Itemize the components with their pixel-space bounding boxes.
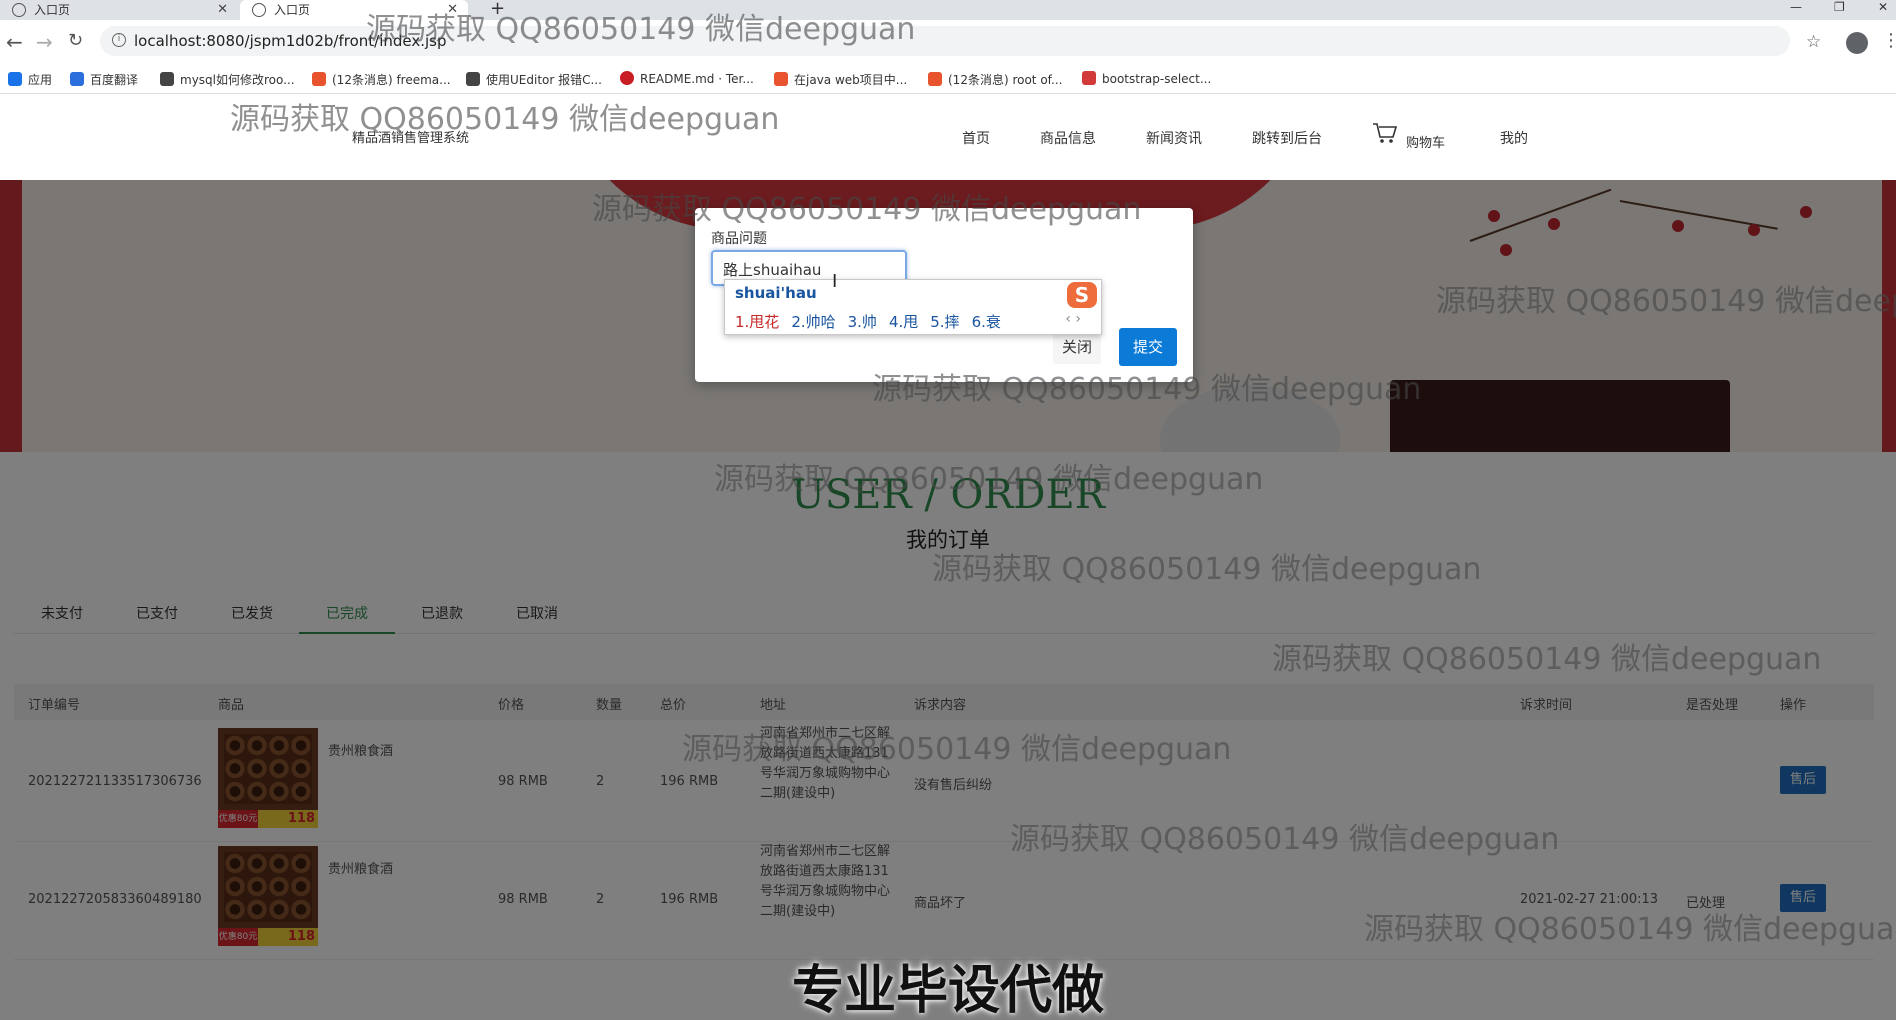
minimize-icon[interactable]: — bbox=[1790, 0, 1802, 14]
ime-candidate[interactable]: 3.帅 bbox=[848, 313, 877, 331]
cart-icon[interactable] bbox=[1372, 121, 1398, 145]
new-tab-icon[interactable]: + bbox=[490, 0, 505, 19]
bookmark-favicon-icon bbox=[1082, 71, 1096, 85]
nav-admin[interactable]: 跳转到后台 bbox=[1252, 128, 1322, 148]
bookmark-item[interactable]: 应用 bbox=[8, 71, 52, 88]
bookmarks-bar: 应用 百度翻译 mysql如何修改roo... (12条消息) freema..… bbox=[0, 66, 1896, 94]
bookmark-star-icon[interactable]: ☆ bbox=[1806, 32, 1821, 52]
browser-tab-strip: 入口页 ✕ 入口页 ✕ + — ❐ ✕ bbox=[0, 0, 1896, 20]
nav-cart[interactable]: 购物车 bbox=[1406, 132, 1445, 151]
ime-candidate-window: shuai'hau S 1.甩花 2.帅哈 3.帅 4.甩 5.摔 6.衰 ‹ › bbox=[724, 279, 1102, 335]
bookmark-favicon-icon bbox=[70, 72, 84, 86]
url-text: localhost:8080/jspm1d02b/front/index.jsp bbox=[134, 32, 447, 50]
ime-candidate[interactable]: 6.衰 bbox=[972, 313, 1001, 331]
bookmark-item[interactable]: (12条消息) root of... bbox=[928, 71, 1062, 88]
bookmark-item[interactable]: 在java web项目中... bbox=[774, 71, 907, 88]
ime-candidate[interactable]: 2.帅哈 bbox=[791, 313, 835, 331]
bookmark-favicon-icon bbox=[774, 72, 788, 86]
bookmark-item[interactable]: bootstrap-select... bbox=[1082, 71, 1211, 86]
video-caption: 专业毕设代做 bbox=[791, 961, 1104, 1020]
bookmark-favicon-icon bbox=[620, 71, 634, 85]
profile-avatar-icon[interactable] bbox=[1846, 32, 1868, 54]
bookmark-item[interactable]: README.md · Ter... bbox=[620, 71, 754, 86]
bookmark-item[interactable]: mysql如何修改roo... bbox=[160, 71, 295, 88]
close-button[interactable]: 关闭 bbox=[1053, 330, 1101, 364]
site-info-icon[interactable]: i bbox=[112, 33, 126, 47]
close-window-icon[interactable]: ✕ bbox=[1878, 0, 1888, 14]
submit-button[interactable]: 提交 bbox=[1119, 328, 1177, 366]
nav-news[interactable]: 新闻资讯 bbox=[1146, 128, 1202, 148]
nav-mine[interactable]: 我的 bbox=[1500, 128, 1528, 148]
ime-candidate[interactable]: 1.甩花 bbox=[735, 313, 779, 331]
browser-tab-active[interactable]: 入口页 ✕ bbox=[240, 0, 468, 20]
bookmark-favicon-icon bbox=[466, 72, 480, 86]
menu-kebab-icon[interactable]: ⋮ bbox=[1882, 30, 1896, 51]
bookmark-favicon-icon bbox=[928, 72, 942, 86]
bookmark-favicon-icon bbox=[312, 72, 326, 86]
bookmark-item[interactable]: 百度翻译 bbox=[70, 71, 138, 88]
ime-candidate[interactable]: 5.摔 bbox=[930, 313, 959, 331]
forward-icon[interactable]: → bbox=[36, 30, 53, 54]
close-tab-icon[interactable]: ✕ bbox=[217, 0, 228, 20]
sogou-logo-icon: S bbox=[1067, 282, 1097, 308]
globe-icon bbox=[12, 3, 26, 17]
bookmark-favicon-icon bbox=[160, 72, 174, 86]
globe-icon bbox=[252, 3, 266, 17]
site-brand[interactable]: 精品酒销售管理系统 bbox=[352, 127, 469, 146]
address-toolbar: ← → ↻ i localhost:8080/jspm1d02b/front/i… bbox=[0, 20, 1896, 66]
ime-composition: shuai'hau bbox=[735, 284, 817, 302]
back-icon[interactable]: ← bbox=[6, 30, 23, 54]
apps-grid-icon bbox=[8, 72, 22, 86]
ime-page-arrows-icon[interactable]: ‹ › bbox=[1065, 311, 1081, 327]
nav-home[interactable]: 首页 bbox=[962, 128, 990, 148]
issue-field-label: 商品问题 bbox=[711, 231, 767, 247]
text-cursor-icon: I bbox=[832, 271, 838, 292]
ime-candidates: 1.甩花 2.帅哈 3.帅 4.甩 5.摔 6.衰 bbox=[735, 311, 1013, 332]
tab-title: 入口页 bbox=[34, 3, 71, 17]
bookmark-item[interactable]: 使用UEditor 报错C... bbox=[466, 71, 602, 88]
site-header: 精品酒销售管理系统 首页 商品信息 新闻资讯 跳转到后台 购物车 我的 bbox=[0, 95, 1896, 180]
url-bar[interactable]: i localhost:8080/jspm1d02b/front/index.j… bbox=[100, 26, 1790, 56]
close-tab-icon[interactable]: ✕ bbox=[447, 0, 458, 20]
restore-icon[interactable]: ❐ bbox=[1834, 0, 1845, 14]
browser-tab[interactable]: 入口页 ✕ bbox=[0, 0, 238, 20]
bookmark-item[interactable]: (12条消息) freema... bbox=[312, 71, 451, 88]
ime-candidate[interactable]: 4.甩 bbox=[889, 313, 918, 331]
nav-products[interactable]: 商品信息 bbox=[1040, 128, 1096, 148]
tab-title: 入口页 bbox=[274, 3, 311, 17]
reload-icon[interactable]: ↻ bbox=[68, 30, 83, 51]
